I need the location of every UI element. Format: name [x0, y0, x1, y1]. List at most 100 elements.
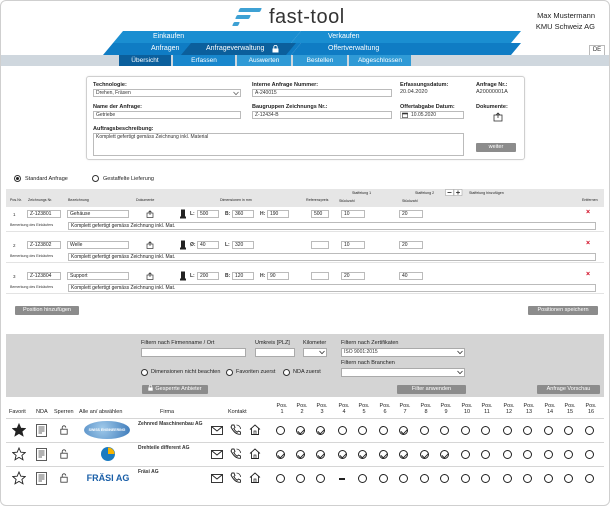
position-checkbox[interactable] [296, 450, 305, 459]
position-checkbox[interactable] [523, 450, 532, 459]
user-info[interactable]: Max Mustermann KMU Schweiz AG [536, 10, 595, 32]
star-icon[interactable] [12, 471, 26, 485]
zeichnung-input[interactable]: Z-123804 [27, 272, 61, 280]
nav-anfrageverwaltung[interactable]: Anfrageverwaltung [206, 44, 264, 54]
position-checkbox[interactable] [379, 450, 388, 459]
tab-bestellen[interactable]: Bestellen [293, 55, 347, 66]
star-icon[interactable] [12, 447, 26, 461]
zeichnung-input[interactable]: Z-123801 [27, 210, 61, 218]
dim-input-l[interactable]: 500 [197, 210, 219, 218]
house-icon[interactable] [249, 448, 261, 459]
kilometer-select[interactable] [303, 348, 327, 357]
position-checkbox[interactable] [461, 450, 470, 459]
close-icon[interactable]: × [586, 240, 590, 247]
phone-icon[interactable] [230, 448, 241, 460]
upload-icon[interactable] [146, 272, 154, 280]
technologie-select[interactable]: Drehen, Fräsen [93, 89, 241, 97]
position-checkbox[interactable] [440, 474, 449, 483]
position-checkbox[interactable] [564, 450, 573, 459]
weiter-button[interactable]: weiter [476, 143, 516, 152]
dimensionen-nicht-radio[interactable] [141, 369, 148, 376]
staffelung1-input[interactable]: 20 [341, 272, 365, 280]
tab-auswerten[interactable]: Auswerten [237, 55, 291, 66]
calendar-icon[interactable] [402, 112, 408, 118]
position-checkbox[interactable] [296, 426, 305, 435]
nav-offertverwaltung[interactable]: Offertverwaltung [328, 44, 379, 54]
phone-icon[interactable] [230, 424, 241, 436]
nav-einkaufen[interactable]: Einkaufen [153, 32, 184, 42]
staffelung1-input[interactable]: 10 [341, 210, 365, 218]
staffelung2-input[interactable]: 20 [399, 210, 423, 218]
bezeichnung-input[interactable]: Support [67, 272, 129, 280]
position-checkbox[interactable] [440, 450, 449, 459]
dim-input-l[interactable]: 200 [197, 272, 219, 280]
dim-input-b[interactable]: 360 [232, 210, 254, 218]
dim-input-h[interactable]: 190 [267, 210, 289, 218]
firmenname-input[interactable] [141, 348, 246, 357]
phone-icon[interactable] [230, 472, 241, 484]
position-checkbox[interactable] [316, 474, 325, 483]
upload-icon[interactable] [493, 112, 503, 122]
position-checkbox[interactable] [503, 450, 512, 459]
position-checkbox[interactable] [338, 450, 347, 459]
position-checkbox[interactable] [503, 426, 512, 435]
document-icon[interactable] [36, 472, 47, 485]
close-icon[interactable]: × [586, 271, 590, 278]
position-checkbox[interactable] [399, 474, 408, 483]
dim-input-b[interactable]: 120 [232, 272, 254, 280]
position-checkbox[interactable] [358, 450, 367, 459]
mail-icon[interactable] [211, 426, 223, 435]
position-checkbox[interactable] [420, 450, 429, 459]
position-checkbox[interactable] [544, 474, 553, 483]
position-checkbox[interactable] [399, 450, 408, 459]
dim-input-d[interactable]: 40 [197, 241, 219, 249]
bemerkung-input[interactable]: Komplett gefertigt gemäss Zeichnung inkl… [68, 253, 596, 261]
position-checkbox[interactable] [379, 474, 388, 483]
bemerkung-input[interactable]: Komplett gefertigt gemäss Zeichnung inkl… [68, 284, 596, 292]
position-hinzufuegen-button[interactable]: Position hinzufügen [15, 306, 79, 315]
position-checkbox[interactable] [338, 426, 347, 435]
tab-uebersicht[interactable]: Übersicht [119, 55, 171, 66]
zertifikate-select[interactable]: ISO 9001:2015 [341, 348, 465, 357]
filter-anwenden-button[interactable]: Filter anwenden [397, 385, 466, 394]
mail-icon[interactable] [211, 450, 223, 459]
gesperrte-anbieter-button[interactable]: Gesperrte Anbieter [142, 384, 208, 394]
anfrage-name-input[interactable]: Getriebe [93, 111, 241, 119]
umkreis-input[interactable] [255, 348, 295, 357]
upload-icon[interactable] [146, 210, 154, 218]
house-icon[interactable] [249, 472, 261, 483]
bezeichnung-input[interactable]: Gehäuse [67, 210, 129, 218]
referenzpreis-input[interactable] [311, 272, 329, 280]
position-checkbox[interactable] [523, 474, 532, 483]
lock-icon[interactable] [60, 449, 68, 459]
interne-nummer-input[interactable]: A-240015 [252, 89, 392, 97]
document-icon[interactable] [36, 448, 47, 461]
referenzpreis-input[interactable] [311, 241, 329, 249]
position-checkbox[interactable] [316, 426, 325, 435]
position-checkbox[interactable] [481, 474, 490, 483]
position-checkbox[interactable] [440, 426, 449, 435]
mail-icon[interactable] [211, 474, 223, 483]
nav-anfragen[interactable]: Anfragen [151, 44, 179, 54]
house-icon[interactable] [249, 424, 261, 435]
position-checkbox[interactable] [585, 450, 594, 459]
position-checkbox[interactable] [420, 426, 429, 435]
nav-verkaufen[interactable]: Verkaufen [328, 32, 360, 42]
tab-abgeschlossen[interactable]: Abgeschlossen [349, 55, 411, 66]
document-icon[interactable] [36, 424, 47, 437]
offertabgabe-input[interactable]: 10.05.2020 [400, 111, 464, 119]
favoriten-zuerst-radio[interactable] [226, 369, 233, 376]
position-checkbox[interactable] [379, 426, 388, 435]
upload-icon[interactable] [146, 241, 154, 249]
staffelung-add-remove[interactable] [445, 189, 463, 196]
position-checkbox[interactable] [276, 426, 285, 435]
tab-erfassen[interactable]: Erfassen [173, 55, 235, 66]
zeichnung-input[interactable]: Z-123802 [27, 241, 61, 249]
branchen-select[interactable] [341, 368, 465, 377]
staffelung2-input[interactable]: 20 [399, 241, 423, 249]
position-checkbox[interactable] [564, 474, 573, 483]
beschreibung-textarea[interactable]: Komplett gefertigt gemäss Zeichnung inkl… [93, 133, 464, 156]
dim-input-h[interactable]: 90 [267, 272, 289, 280]
lock-icon[interactable] [60, 425, 68, 435]
lock-icon[interactable] [60, 473, 68, 483]
